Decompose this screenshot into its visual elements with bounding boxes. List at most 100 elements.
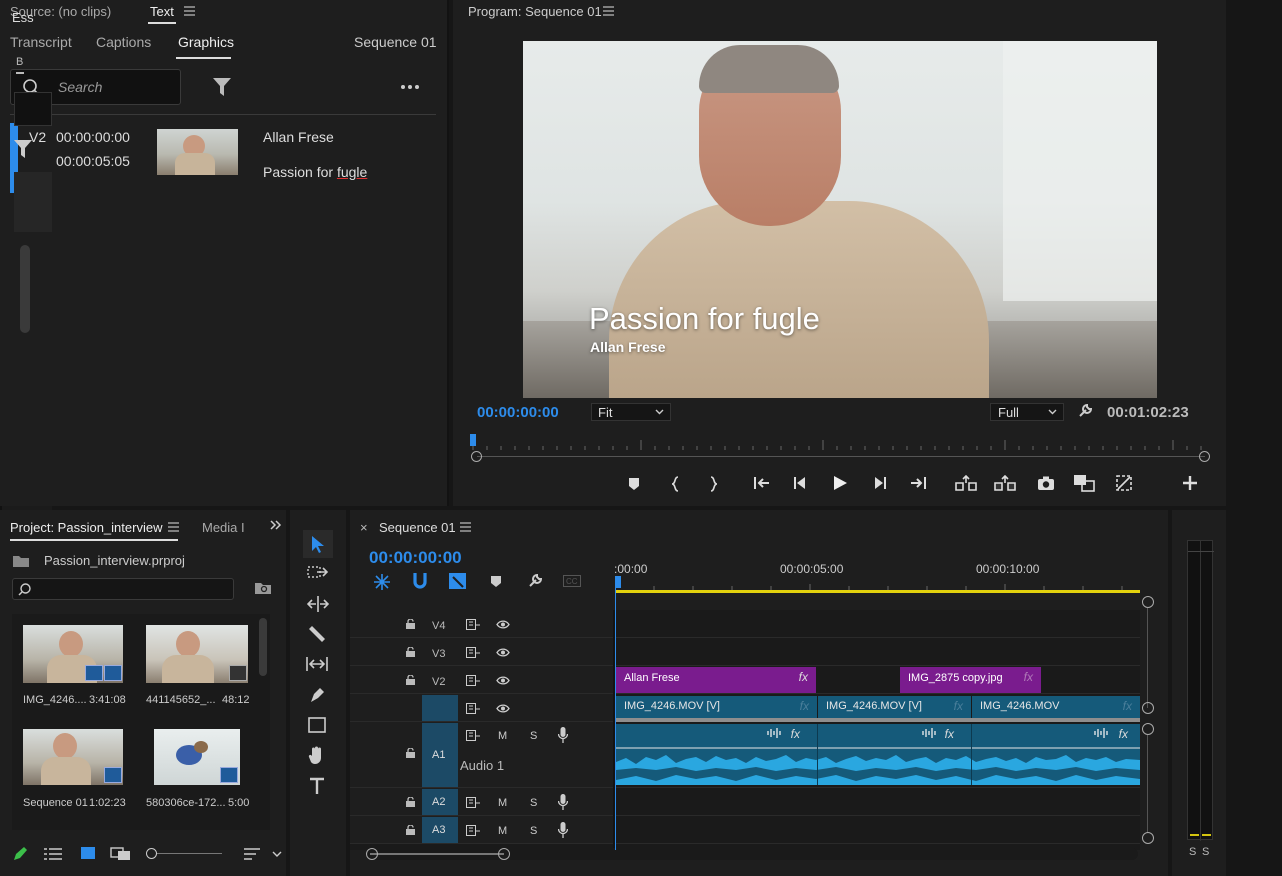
- pencil-icon[interactable]: [12, 846, 28, 862]
- snap-magnet-icon[interactable]: [413, 573, 427, 589]
- lock-icon[interactable]: [406, 675, 415, 685]
- text-panel-tab[interactable]: Text: [150, 4, 174, 19]
- zoom-handle-left[interactable]: [471, 451, 482, 462]
- linked-selection-icon[interactable]: [449, 573, 466, 589]
- video-scroll-handle-top[interactable]: [1142, 596, 1154, 608]
- sort-icon[interactable]: [244, 848, 260, 860]
- audio-gain-icon[interactable]: [922, 728, 936, 738]
- filter-icon[interactable]: [14, 140, 32, 158]
- sync-lock-icon[interactable]: [466, 797, 480, 808]
- mute-button[interactable]: M: [498, 730, 507, 742]
- mark-out-icon[interactable]: [708, 476, 718, 492]
- scroll-handle-right[interactable]: [498, 848, 510, 860]
- media-thumbnail[interactable]: [23, 729, 123, 785]
- panel-menu-icon[interactable]: [460, 522, 471, 532]
- hand-tool-icon[interactable]: [308, 746, 326, 764]
- essentials-tab[interactable]: Ess: [12, 10, 34, 25]
- sync-lock-icon[interactable]: [466, 730, 480, 741]
- fx-badge-icon[interactable]: fx: [1024, 670, 1033, 684]
- double-chevron-right-icon[interactable]: [270, 520, 282, 530]
- track-select-tool-icon[interactable]: [307, 566, 329, 580]
- microphone-icon[interactable]: [558, 727, 568, 743]
- source-patch-a2[interactable]: A2: [422, 789, 458, 815]
- source-patch-v1[interactable]: [422, 695, 458, 721]
- proxy-toggle-icon[interactable]: [1115, 474, 1133, 492]
- current-timecode[interactable]: 00:00:00:00: [477, 404, 559, 421]
- fx-badge-icon[interactable]: fx: [954, 699, 963, 713]
- fx-badge-icon[interactable]: fx: [799, 670, 808, 684]
- graphic-list-item[interactable]: V2 00:00:00:00 00:00:05:05 Allan Frese P…: [10, 123, 436, 195]
- solo-button[interactable]: S: [530, 730, 537, 742]
- microphone-icon[interactable]: [558, 794, 568, 810]
- button-editor-plus-icon[interactable]: [1183, 476, 1197, 490]
- freeform-view-icon[interactable]: [110, 847, 132, 861]
- microphone-icon[interactable]: [558, 822, 568, 838]
- extract-icon[interactable]: [994, 475, 1016, 491]
- lock-icon[interactable]: [406, 748, 415, 758]
- timeline-ruler[interactable]: [614, 578, 1141, 590]
- program-video-frame[interactable]: Passion for fugle Allan Frese: [523, 41, 1157, 398]
- graphic-clip-allan-frese[interactable]: Allan Frese fx: [616, 667, 816, 693]
- sync-lock-icon[interactable]: [466, 825, 480, 836]
- sync-lock-icon[interactable]: [466, 619, 480, 630]
- thumbnail-size-slider[interactable]: [146, 848, 224, 859]
- selection-tool-button[interactable]: [303, 530, 333, 558]
- more-options-icon[interactable]: [400, 84, 420, 90]
- project-scrollbar[interactable]: [259, 618, 267, 676]
- tab-graphics[interactable]: Graphics: [178, 34, 234, 50]
- captions-cc-icon[interactable]: CC: [563, 575, 581, 587]
- find-bin-icon[interactable]: [254, 581, 272, 595]
- sync-lock-icon[interactable]: [466, 675, 480, 686]
- tab-transcript[interactable]: Transcript: [10, 34, 72, 50]
- razor-tool-icon[interactable]: [308, 625, 326, 643]
- media-browser-tab[interactable]: Media I: [202, 520, 245, 535]
- video-clip-2[interactable]: IMG_4246.MOV [V] fx: [818, 696, 971, 718]
- solo-button[interactable]: S: [530, 797, 537, 809]
- step-forward-icon[interactable]: [873, 477, 887, 489]
- go-to-in-icon[interactable]: [753, 476, 771, 490]
- sync-lock-icon[interactable]: [466, 647, 480, 658]
- fx-badge-icon[interactable]: fx: [1119, 727, 1128, 741]
- solo-left-button[interactable]: S: [1189, 846, 1196, 858]
- mark-in-icon[interactable]: [671, 476, 681, 492]
- fx-badge-icon[interactable]: fx: [791, 727, 800, 741]
- tab-captions[interactable]: Captions: [96, 34, 151, 50]
- zoom-fit-select[interactable]: Fit: [591, 403, 671, 421]
- chevron-down-icon[interactable]: [272, 851, 282, 857]
- essentials-scrollbar[interactable]: [20, 245, 30, 333]
- source-patch-a3[interactable]: A3: [422, 817, 458, 843]
- spelling-flagged-word[interactable]: fugle: [337, 164, 367, 180]
- graphic-clip-img-2875[interactable]: IMG_2875 copy.jpg fx: [900, 667, 1041, 693]
- scroll-handle-left[interactable]: [366, 848, 378, 860]
- fx-badge-icon[interactable]: fx: [800, 699, 809, 713]
- step-back-icon[interactable]: [793, 477, 807, 489]
- video-clip-3[interactable]: IMG_4246.MOV fx: [972, 696, 1140, 718]
- video-scroll-handle-bottom[interactable]: [1142, 702, 1154, 714]
- sync-lock-icon[interactable]: [466, 703, 480, 714]
- playhead-marker[interactable]: [470, 434, 476, 446]
- project-search-input[interactable]: [12, 578, 234, 600]
- fx-badge-icon[interactable]: fx: [1123, 699, 1132, 713]
- title-overlay[interactable]: Passion for fugle: [589, 301, 820, 337]
- timeline-timecode[interactable]: 00:00:00:00: [369, 548, 462, 568]
- zoom-handle-right[interactable]: [1199, 451, 1210, 462]
- lift-icon[interactable]: [955, 475, 977, 491]
- filter-icon[interactable]: [213, 78, 231, 96]
- media-thumbnail[interactable]: [154, 729, 240, 785]
- nest-toggle-icon[interactable]: [374, 574, 390, 590]
- export-frame-camera-icon[interactable]: [1037, 476, 1055, 491]
- project-tab[interactable]: Project: Passion_interview: [10, 520, 162, 535]
- program-monitor-title[interactable]: Program: Sequence 01: [468, 4, 602, 19]
- close-sequence-icon[interactable]: ×: [360, 520, 368, 535]
- lock-icon[interactable]: [406, 797, 415, 807]
- solo-right-button[interactable]: S: [1202, 846, 1209, 858]
- panel-menu-icon[interactable]: [168, 522, 179, 532]
- pen-tool-icon[interactable]: [309, 686, 325, 704]
- audio-gain-icon[interactable]: [767, 728, 781, 738]
- lock-icon[interactable]: [406, 647, 415, 657]
- slip-tool-icon[interactable]: [306, 657, 328, 671]
- eye-icon[interactable]: [496, 648, 510, 657]
- solo-button[interactable]: S: [530, 825, 537, 837]
- timeline-playhead-head[interactable]: [615, 576, 621, 588]
- monitor-time-ruler[interactable]: [471, 436, 1209, 450]
